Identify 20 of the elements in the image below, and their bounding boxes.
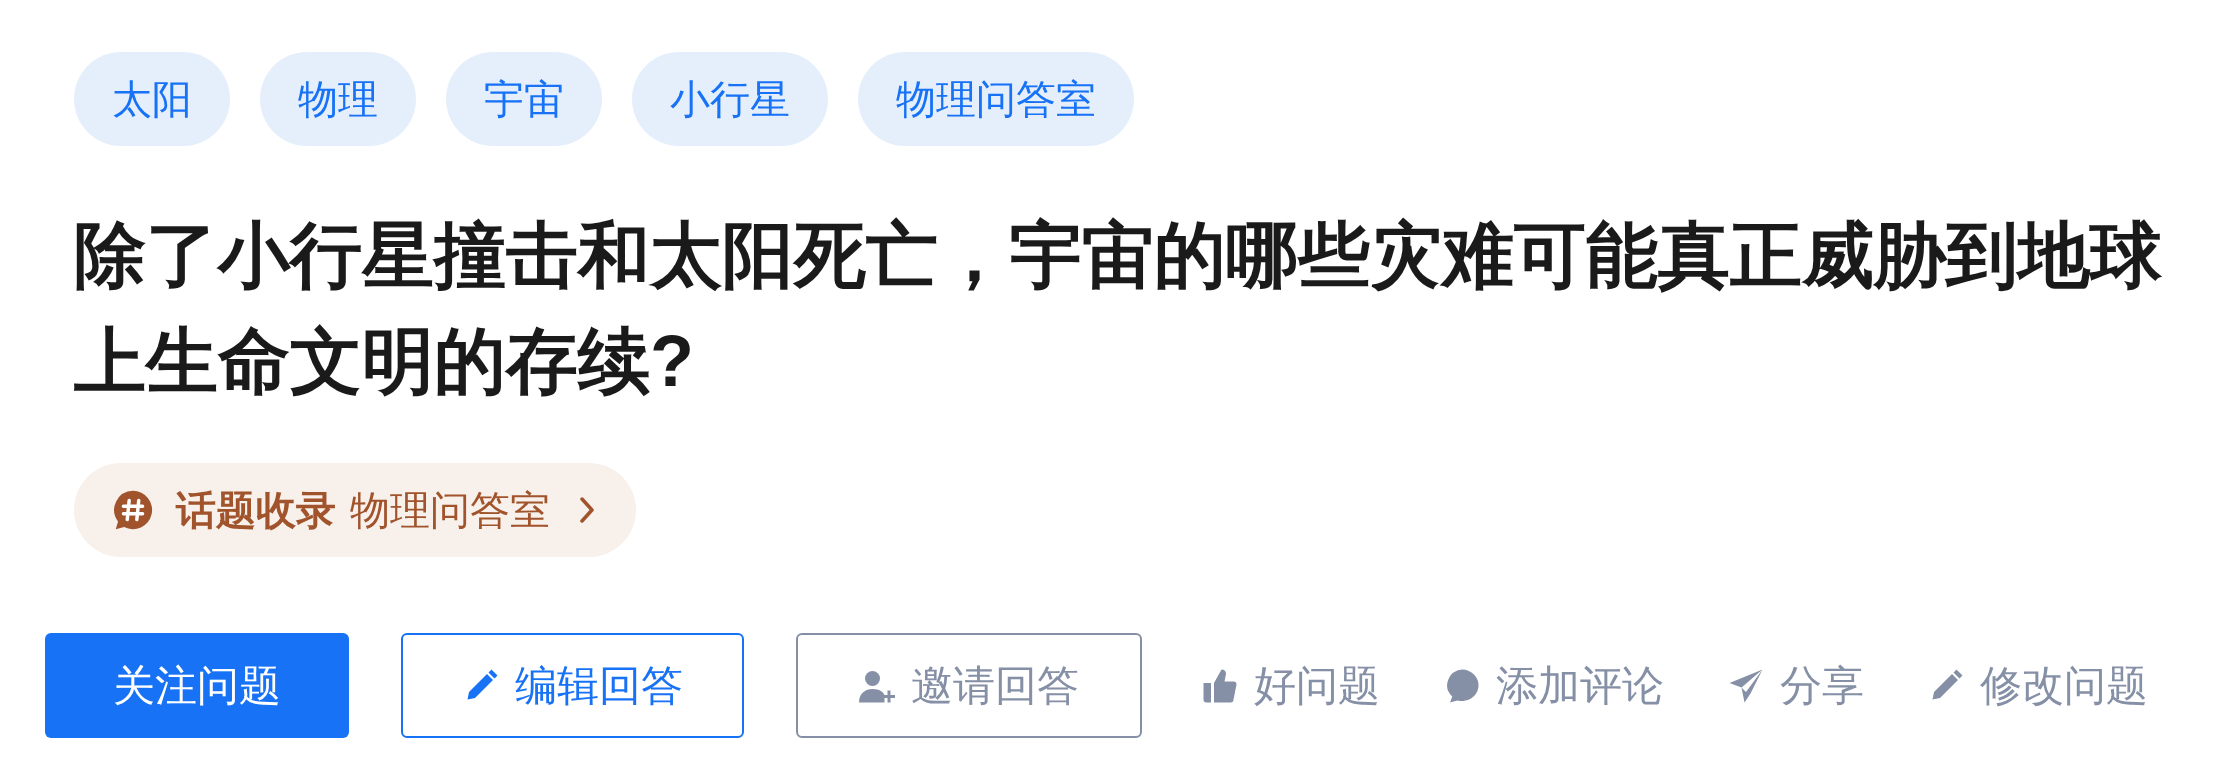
invite-answer-button[interactable]: 邀请回答 (796, 633, 1142, 738)
topic-tag[interactable]: 太阳 (74, 52, 230, 146)
comment-icon (1444, 667, 1480, 704)
action-button[interactable]: 修改问题 (1928, 633, 2148, 738)
action-button[interactable]: 分享 (1728, 633, 1864, 738)
question-title: 除了小行星撞击和太阳死亡，宇宙的哪些灾难可能真正威胁到地球上生命文明的存续? (74, 214, 2163, 403)
thumbs-up-icon (1202, 667, 1238, 704)
topic-tag[interactable]: 物理 (260, 52, 416, 146)
topic-name: 物理问答室 (350, 487, 550, 534)
action-button[interactable]: 添加评论 (1444, 633, 1664, 738)
topic-tag[interactable]: 宇宙 (446, 52, 602, 146)
edit-answer-button[interactable]: 编辑回答 (401, 633, 744, 738)
topic-chip[interactable]: 话题收录 物理问答室 (74, 463, 636, 557)
follow-button[interactable]: 关注问题 (45, 633, 349, 738)
topic-tag[interactable]: 物理问答室 (858, 52, 1134, 146)
send-icon (1728, 667, 1764, 704)
action-button[interactable]: 好问题 (1202, 633, 1380, 738)
chevron-right-icon (578, 495, 596, 525)
topic-tag[interactable]: 小行星 (632, 52, 828, 146)
topic-label: 话题收录 (176, 487, 336, 534)
